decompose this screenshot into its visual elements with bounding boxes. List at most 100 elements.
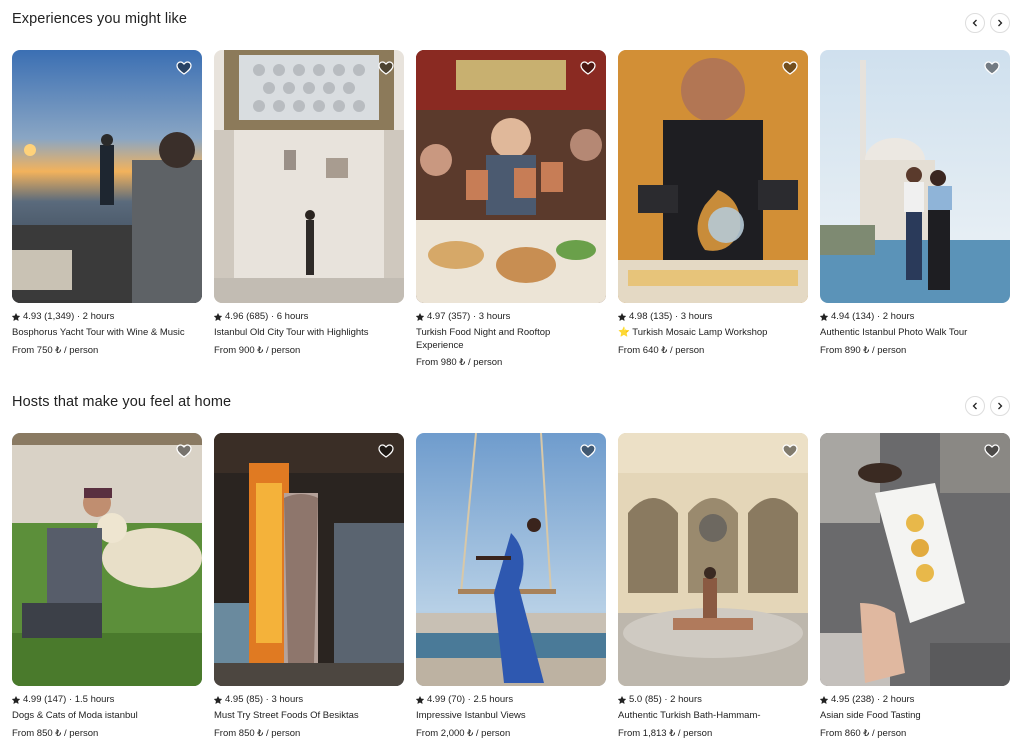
heart-icon (580, 60, 596, 76)
wishlist-button[interactable] (984, 443, 1000, 459)
rating-row: 4.96 (685) · 6 hours (214, 311, 404, 323)
experience-card[interactable]: 4.99 (147) · 1.5 hours Dogs & Cats of Mo… (12, 433, 202, 740)
rating-text: 4.96 (685) · 6 hours (225, 311, 309, 322)
wishlist-button[interactable] (176, 60, 192, 76)
star-icon (820, 313, 828, 321)
wishlist-button[interactable] (580, 443, 596, 459)
wishlist-button[interactable] (378, 60, 394, 76)
rating-text: 4.95 (238) · 2 hours (831, 694, 915, 705)
card-photo[interactable] (214, 50, 404, 303)
rating-row: 4.94 (134) · 2 hours (820, 311, 1010, 323)
rating-text: 4.97 (357) · 3 hours (427, 311, 511, 322)
heart-icon (378, 60, 394, 76)
card-title[interactable]: Bosphorus Yacht Tour with Wine & Music (12, 327, 192, 340)
rating-row: 4.98 (135) · 3 hours (618, 311, 808, 323)
card-price: From 750 ₺ / person (12, 344, 99, 356)
experience-card[interactable]: 4.99 (70) · 2.5 hours Impressive Istanbu… (416, 433, 606, 740)
experience-card[interactable]: 4.98 (135) · 3 hours ⭐ Turkish Mosaic La… (618, 50, 808, 357)
card-photo[interactable] (416, 433, 606, 686)
man-dog-grass-image (12, 433, 202, 686)
rating-row: 4.95 (85) · 3 hours (214, 694, 404, 706)
chevron-left-icon (972, 402, 977, 410)
heart-icon (782, 60, 798, 76)
star-icon (820, 696, 828, 704)
wishlist-button[interactable] (782, 60, 798, 76)
star-icon (214, 313, 222, 321)
card-title[interactable]: Authentic Istanbul Photo Walk Tour (820, 327, 1000, 340)
wishlist-button[interactable] (580, 60, 596, 76)
rating-text: 4.94 (134) · 2 hours (831, 311, 915, 322)
card-photo[interactable] (820, 50, 1010, 303)
card-price: From 2,000 ₺ / person (416, 727, 511, 739)
card-price: From 850 ₺ / person (12, 727, 99, 739)
card-price: From 1,813 ₺ / person (618, 727, 713, 739)
card-photo[interactable] (820, 433, 1010, 686)
carousel-next-button[interactable] (990, 396, 1010, 416)
heart-icon (176, 443, 192, 459)
card-price: From 900 ₺ / person (214, 344, 301, 356)
wishlist-button[interactable] (378, 443, 394, 459)
card-title[interactable]: Asian side Food Tasting (820, 710, 1000, 723)
star-icon (416, 313, 424, 321)
section-title: Experiences you might like (12, 11, 188, 27)
star-icon (12, 696, 20, 704)
street-food-hand-image (820, 433, 1010, 686)
card-price: From 850 ₺ / person (214, 727, 301, 739)
chevron-right-icon (998, 402, 1003, 410)
carousel-prev-button[interactable] (965, 13, 985, 33)
heart-icon (782, 443, 798, 459)
card-price: From 980 ₺ / person (416, 357, 503, 368)
experience-card[interactable]: 4.95 (85) · 3 hours Must Try Street Food… (214, 433, 404, 740)
doner-grill-image (214, 433, 404, 686)
card-photo[interactable] (12, 433, 202, 686)
card-photo[interactable] (214, 433, 404, 686)
card-title[interactable]: Authentic Turkish Bath-Hammam- (618, 710, 798, 723)
rating-text: 4.98 (135) · 3 hours (629, 311, 713, 322)
experience-card[interactable]: 4.94 (134) · 2 hours Authentic Istanbul … (820, 50, 1010, 357)
experience-card[interactable]: 5.0 (85) · 2 hours Authentic Turkish Bat… (618, 433, 808, 740)
experience-card[interactable]: 4.95 (238) · 2 hours Asian side Food Tas… (820, 433, 1010, 740)
card-title[interactable]: Turkish Food Night and Rooftop Experienc… (416, 327, 596, 352)
chevron-right-icon (998, 19, 1003, 27)
carousel-prev-button[interactable] (965, 396, 985, 416)
star-icon (416, 696, 424, 704)
heart-icon (378, 443, 394, 459)
star-icon (214, 696, 222, 704)
card-title[interactable]: Dogs & Cats of Moda istanbul (12, 710, 192, 723)
couple-mosque-image (820, 50, 1010, 303)
rating-row: 4.99 (147) · 1.5 hours (12, 694, 202, 706)
wishlist-button[interactable] (176, 443, 192, 459)
rating-row: 5.0 (85) · 2 hours (618, 694, 808, 706)
rating-text: 5.0 (85) · 2 hours (629, 694, 702, 705)
rating-text: 4.99 (70) · 2.5 hours (427, 694, 514, 705)
card-photo[interactable] (618, 50, 808, 303)
card-photo[interactable] (618, 433, 808, 686)
heart-icon (176, 60, 192, 76)
hammam-image (618, 433, 808, 686)
star-icon (618, 313, 626, 321)
card-title[interactable]: ⭐ Turkish Mosaic Lamp Workshop (618, 327, 798, 340)
experience-card[interactable]: 4.96 (685) · 6 hours Istanbul Old City T… (214, 50, 404, 357)
rating-row: 4.99 (70) · 2.5 hours (416, 694, 606, 706)
experience-card[interactable]: 4.97 (357) · 3 hours Turkish Food Night … (416, 50, 606, 369)
chevron-left-icon (972, 19, 977, 27)
swing-sky-image (416, 433, 606, 686)
card-title[interactable]: Must Try Street Foods Of Besiktas (214, 710, 394, 723)
experience-card[interactable]: 4.93 (1,349) · 2 hours Bosphorus Yacht T… (12, 50, 202, 357)
wishlist-button[interactable] (984, 60, 1000, 76)
rating-row: 4.95 (238) · 2 hours (820, 694, 1010, 706)
card-title[interactable]: Istanbul Old City Tour with Highlights (214, 327, 394, 340)
heart-icon (984, 443, 1000, 459)
star-icon (618, 696, 626, 704)
card-photo[interactable] (12, 50, 202, 303)
wishlist-button[interactable] (782, 443, 798, 459)
heart-icon (580, 443, 596, 459)
heart-icon (984, 60, 1000, 76)
card-photo[interactable] (416, 50, 606, 303)
mosaic-lamp-image (618, 50, 808, 303)
carousel-next-button[interactable] (990, 13, 1010, 33)
card-price: From 860 ₺ / person (820, 727, 907, 739)
rating-text: 4.95 (85) · 3 hours (225, 694, 304, 705)
star-icon (12, 313, 20, 321)
card-title[interactable]: Impressive Istanbul Views (416, 710, 596, 723)
